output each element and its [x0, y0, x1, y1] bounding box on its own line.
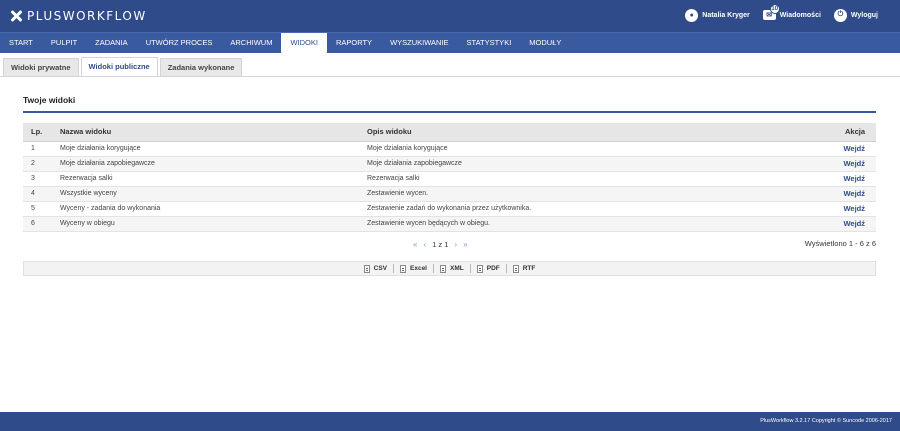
- cell-opis: Zestawienie wycen.: [359, 186, 829, 202]
- export-rtf-label: RTF: [522, 265, 536, 272]
- logo-x-icon: [10, 10, 22, 22]
- footer: PlusWorkflow 3.2.17 Copyright © Suncode …: [0, 412, 900, 431]
- cell-nazwa: Moje działania zapobiegawcze: [52, 156, 359, 172]
- cell-lp: 4: [23, 186, 52, 202]
- power-icon: ⏻: [833, 8, 847, 22]
- col-header-akcja: Akcja: [829, 123, 876, 142]
- section-divider: [23, 111, 876, 113]
- messages-label: Wiadomości: [779, 11, 821, 19]
- cell-opis: Zestawienie zadań do wykonania przez uży…: [359, 201, 829, 217]
- export-xml-label: XML: [450, 265, 464, 272]
- user-name: Natalia Kryger: [702, 11, 750, 19]
- messages-count-badge: 10: [769, 4, 780, 14]
- nav-widoki[interactable]: WIDOKI: [281, 33, 327, 54]
- nav-utworz-proces[interactable]: UTWÓRZ PROCES: [137, 33, 222, 53]
- tab-widoki-prywatne[interactable]: Widoki prywatne: [3, 58, 79, 76]
- export-separator: [505, 264, 507, 273]
- messages-button[interactable]: ✉ 10 Wiadomości: [762, 4, 821, 20]
- table-row: 1 Moje działania korygujące Moje działan…: [23, 141, 876, 157]
- records-shown: Wyświetlono 1 - 6 z 6: [804, 239, 876, 248]
- last-page-button[interactable]: »: [463, 240, 467, 249]
- cell-opis: Moje działania korygujące: [359, 141, 829, 157]
- export-separator: [393, 264, 394, 273]
- nav-zadania[interactable]: ZADANIA: [86, 33, 137, 53]
- nav-pulpit[interactable]: PULPIT: [42, 33, 86, 53]
- export-bar: CSV Excel XML PDF RTF: [23, 261, 876, 276]
- enter-link[interactable]: Wejdź: [843, 159, 865, 168]
- col-header-opis[interactable]: Opis widoku: [359, 123, 829, 142]
- page-info: 1 z 1: [432, 239, 449, 249]
- tab-zadania-wykonane[interactable]: Zadania wykonane: [159, 58, 243, 76]
- cell-lp: 3: [23, 171, 52, 187]
- cell-nazwa: Wyceny w obiegu: [52, 216, 359, 232]
- export-excel-label: Excel: [410, 265, 427, 272]
- table-row: 5 Wyceny - zadania do wykonania Zestawie…: [23, 201, 876, 217]
- cell-nazwa: Moje działania korygujące: [52, 141, 359, 157]
- csv-file-icon: [363, 264, 370, 273]
- export-separator: [433, 264, 434, 273]
- rtf-file-icon: [512, 264, 519, 273]
- cell-nazwa: Wyceny - zadania do wykonania: [52, 201, 359, 217]
- views-table: Lp. Nazwa widoku Opis widoku Akcja 1 Moj…: [23, 123, 876, 232]
- app-logo[interactable]: PLUSWORKFLOW: [10, 8, 147, 24]
- nav-raporty[interactable]: RAPORTY: [327, 33, 381, 53]
- user-profile-button[interactable]: ● Natalia Kryger: [685, 8, 750, 22]
- nav-moduly[interactable]: MODUŁY: [520, 33, 570, 53]
- col-header-nazwa[interactable]: Nazwa widoku: [52, 123, 359, 142]
- logout-label: Wyloguj: [850, 11, 878, 19]
- main-nav: START PULPIT ZADANIA UTWÓRZ PROCES ARCHI…: [0, 32, 900, 54]
- pdf-file-icon: [476, 264, 483, 273]
- nav-statystyki[interactable]: STATYSTYKI: [458, 33, 521, 53]
- logo-text: PLUSWORKFLOW: [27, 9, 147, 23]
- cell-lp: 2: [23, 156, 52, 172]
- logout-button[interactable]: ⏻ Wyloguj: [833, 8, 878, 22]
- export-csv-button[interactable]: CSV: [360, 264, 391, 273]
- next-page-button[interactable]: ›: [454, 240, 457, 249]
- cell-lp: 1: [23, 141, 52, 157]
- export-rtf-button[interactable]: RTF: [509, 264, 540, 273]
- table-header-row: Lp. Nazwa widoku Opis widoku Akcja: [23, 123, 876, 142]
- nav-wyszukiwanie[interactable]: WYSZUKIWANIE: [381, 33, 457, 53]
- tab-widoki-publiczne[interactable]: Widoki publiczne: [80, 57, 158, 76]
- col-header-lp[interactable]: Lp.: [23, 123, 52, 142]
- cell-opis: Rezerwacja salki: [359, 171, 829, 187]
- nav-start[interactable]: START: [0, 33, 42, 53]
- export-pdf-button[interactable]: PDF: [473, 264, 504, 273]
- export-xml-button[interactable]: XML: [436, 264, 468, 273]
- export-pdf-label: PDF: [486, 265, 500, 272]
- table-row: 2 Moje działania zapobiegawcze Moje dzia…: [23, 156, 876, 172]
- enter-link[interactable]: Wejdź: [843, 174, 865, 183]
- cell-opis: Zestawienie wycen będących w obiegu.: [359, 216, 829, 232]
- prev-page-button[interactable]: ‹: [423, 240, 426, 249]
- export-excel-button[interactable]: Excel: [396, 264, 431, 273]
- enter-link[interactable]: Wejdź: [843, 219, 865, 228]
- cell-opis: Moje działania zapobiegawcze: [359, 156, 829, 172]
- table-row: 3 Rezerwacja salki Rezerwacja salki Wejd…: [23, 171, 876, 187]
- section-title: Twoje widoki: [23, 95, 76, 105]
- first-page-button[interactable]: «: [413, 240, 417, 249]
- cell-lp: 6: [23, 216, 52, 232]
- table-row: 4 Wszystkie wyceny Zestawienie wycen. We…: [23, 186, 876, 202]
- user-icon: ●: [685, 8, 699, 22]
- xml-file-icon: [440, 264, 446, 273]
- user-bar: ● Natalia Kryger ✉ 10 Wiadomości ⏻ Wylog…: [672, 4, 878, 23]
- excel-file-icon: [400, 264, 406, 273]
- footer-copyright: PlusWorkflow 3.2.17 Copyright © Suncode …: [760, 418, 892, 424]
- enter-link[interactable]: Wejdź: [843, 189, 865, 198]
- nav-archiwum[interactable]: ARCHIWUM: [221, 33, 281, 53]
- export-separator: [469, 264, 471, 273]
- pagination: « ‹ 1 z 1 › »: [410, 239, 471, 249]
- table-row: 6 Wyceny w obiegu Zestawienie wycen będą…: [23, 216, 876, 232]
- cell-nazwa: Wszystkie wyceny: [52, 186, 359, 202]
- enter-link[interactable]: Wejdź: [843, 144, 865, 153]
- cell-nazwa: Rezerwacja salki: [52, 171, 359, 187]
- sub-tabs: Widoki prywatne Widoki publiczne Zadania…: [0, 57, 900, 77]
- envelope-icon: ✉ 10: [762, 4, 780, 20]
- enter-link[interactable]: Wejdź: [843, 204, 865, 213]
- export-csv-label: CSV: [373, 265, 387, 272]
- top-header: PLUSWORKFLOW ● Natalia Kryger ✉ 10 Wiado…: [0, 0, 900, 32]
- cell-lp: 5: [23, 201, 52, 217]
